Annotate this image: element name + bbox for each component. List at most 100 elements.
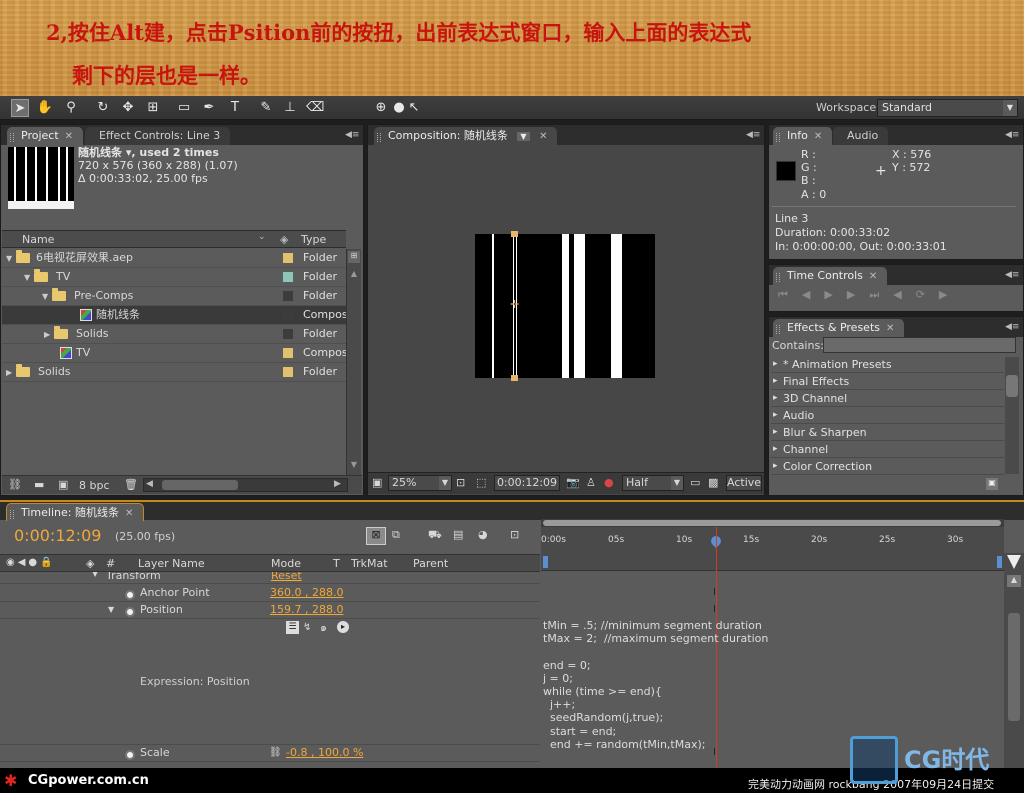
camera-select[interactable]: Active	[726, 475, 762, 491]
close-icon[interactable]: ✕	[65, 131, 73, 142]
current-time-field[interactable]: 0:00:12:09	[494, 475, 560, 491]
motion-blur-icon[interactable]: ◕	[478, 528, 488, 541]
ram-preview-icon[interactable]: ▶	[939, 288, 961, 301]
list-item[interactable]: 3D Channel	[771, 391, 1004, 407]
next-frame-icon[interactable]: ▶	[847, 288, 869, 301]
find-icon[interactable]: ⊞	[348, 251, 360, 263]
rectangle-mask-tool-icon[interactable]: ▭	[175, 99, 193, 117]
clone-stamp-tool-icon[interactable]: ⊥	[281, 99, 299, 117]
panel-menu-icon[interactable]: ◀≡	[1005, 128, 1019, 142]
effects-scrollbar[interactable]	[1005, 357, 1019, 474]
resolution-select[interactable]: Half ▼	[622, 475, 684, 491]
col-mode[interactable]: Mode	[271, 557, 301, 570]
horizontal-scrollbar[interactable]: ◀ ▶	[143, 478, 348, 492]
show-snapshot-icon[interactable]: ♙	[586, 476, 596, 489]
comp-mini-flowchart-icon[interactable]: ⊠	[366, 527, 386, 545]
list-item[interactable]: Audio	[771, 408, 1004, 424]
selection-tool-icon[interactable]: ➤	[11, 99, 29, 117]
constrain-proportions-icon[interactable]: ⛓	[269, 745, 282, 761]
list-item[interactable]: ▼ Pre-Comps Folder	[2, 287, 346, 306]
label-col-icon[interactable]: ◈	[86, 557, 94, 570]
comp-marker-bin-icon[interactable]	[1007, 555, 1021, 569]
position-row[interactable]: ▼ Position 159.7 , 288.0	[0, 602, 540, 619]
col-trkmat[interactable]: TrkMat	[351, 557, 388, 570]
scroll-right-icon[interactable]: ▶	[334, 479, 341, 489]
pan-behind-tool-icon[interactable]: ⊞	[144, 99, 162, 117]
close-icon[interactable]: ✕	[539, 131, 547, 142]
list-item[interactable]: Color Correction	[771, 459, 1004, 475]
scroll-down-icon[interactable]: ▼	[348, 460, 360, 472]
draft-3d-icon[interactable]: ⛟	[428, 528, 442, 543]
scroll-thumb[interactable]	[1008, 613, 1020, 721]
graph-editor-icon[interactable]: ⊡	[510, 528, 519, 541]
new-preset-icon[interactable]: ▣	[986, 478, 998, 490]
bpc-label[interactable]: 8 bpc	[79, 479, 110, 492]
twirl-icon[interactable]: ▼	[108, 602, 114, 618]
type-tool-icon[interactable]: T	[226, 99, 244, 117]
list-item[interactable]: ▶ Solids Folder	[2, 363, 346, 382]
orbit-camera-tool-icon[interactable]: ✥	[119, 99, 137, 117]
new-composition-icon[interactable]: ▣	[58, 478, 68, 491]
pen-tool-icon[interactable]: ✒	[200, 99, 218, 117]
panel-menu-icon[interactable]: ◀≡	[746, 128, 760, 142]
rotate-tool-icon[interactable]: ↻	[94, 99, 112, 117]
list-item[interactable]: ▶ Solids Folder	[2, 325, 346, 344]
label-swatch[interactable]	[283, 310, 293, 320]
col-number[interactable]: #	[106, 557, 115, 570]
col-layer-name[interactable]: Layer Name	[138, 557, 205, 570]
first-frame-icon[interactable]: ⏮	[778, 288, 802, 301]
hand-tool-icon[interactable]: ✋	[36, 99, 54, 117]
frame-blending-icon[interactable]: ▤	[453, 528, 463, 541]
scale-value[interactable]: -0.8 , 100.0 %	[286, 745, 363, 761]
list-item[interactable]: ▼ TV Folder	[2, 268, 346, 287]
project-scrollbar[interactable]: ⊞ ▲ ▼	[346, 249, 361, 475]
label-swatch[interactable]	[283, 367, 293, 377]
transparency-grid-icon[interactable]: ▩	[708, 476, 718, 489]
scroll-thumb[interactable]	[162, 480, 238, 490]
mask-view-icon[interactable]: ⬚	[476, 476, 486, 489]
close-icon[interactable]: ✕	[125, 508, 133, 519]
interpret-footage-icon[interactable]: ⛓	[8, 478, 22, 491]
list-item[interactable]: Blur & Sharpen	[771, 425, 1004, 441]
panel-menu-icon[interactable]: ◀≡	[345, 128, 359, 142]
anchor-point-row[interactable]: Anchor Point 360.0 , 288.0	[0, 585, 540, 602]
tab-composition[interactable]: Composition: 随机线条 ▼ ✕	[374, 127, 558, 145]
chevron-down-icon[interactable]: ▼	[517, 132, 530, 141]
close-icon[interactable]: ✕	[814, 131, 822, 142]
view-axis-icon[interactable]: ↖	[405, 99, 423, 117]
list-item[interactable]: * Animation Presets	[771, 357, 1004, 373]
brush-tool-icon[interactable]: ✎	[257, 99, 275, 117]
snapshot-icon[interactable]: 📷	[566, 476, 580, 489]
tab-timeline[interactable]: Timeline: 随机线条 ✕	[6, 503, 145, 521]
list-item[interactable]: ▼ 6电视花屏效果.aep Folder	[2, 249, 346, 268]
col-t[interactable]: T	[333, 557, 340, 570]
enable-expression-icon[interactable]: ☰	[286, 621, 299, 634]
layer-handle[interactable]	[511, 231, 518, 237]
previous-frame-icon[interactable]: ◀	[802, 288, 824, 301]
eraser-tool-icon[interactable]: ⌫	[306, 99, 324, 117]
label-swatch[interactable]	[283, 272, 293, 282]
tab-audio[interactable]: Audio	[833, 127, 889, 145]
anchor-point-icon[interactable]: ✛	[510, 299, 520, 310]
zoom-tool-icon[interactable]: ⚲	[62, 99, 80, 117]
anchor-point-value[interactable]: 360.0 , 288.0	[270, 585, 343, 601]
tab-info[interactable]: Info ✕	[773, 127, 833, 145]
list-item[interactable]: Final Effects	[771, 374, 1004, 390]
trash-icon[interactable]: 🗑	[124, 478, 138, 491]
channel-icon[interactable]: ●	[604, 476, 614, 489]
audio-icon[interactable]: ◀	[893, 288, 915, 301]
always-preview-icon[interactable]: ▣	[372, 476, 382, 489]
timeline-timecode[interactable]: 0:00:12:09	[14, 526, 101, 545]
col-type[interactable]: Type	[301, 233, 326, 246]
scale-row[interactable]: Scale ⛓ -0.8 , 100.0 %	[0, 745, 540, 762]
safe-zones-icon[interactable]: ⊡	[456, 476, 465, 489]
transform-row[interactable]: ▼ Transform Reset	[0, 572, 540, 584]
timeline-scrollbar[interactable]: ▲	[1004, 553, 1024, 768]
effects-search-input[interactable]	[823, 337, 1016, 353]
reset-link[interactable]: Reset	[271, 572, 302, 583]
list-item[interactable]: Channel	[771, 442, 1004, 458]
language-menu-icon[interactable]: ▸	[337, 621, 349, 633]
position-value[interactable]: 159.7 , 288.0	[270, 602, 343, 618]
layer-duration-bar[interactable]	[541, 553, 1004, 571]
composition-canvas[interactable]: ✛	[475, 231, 655, 381]
